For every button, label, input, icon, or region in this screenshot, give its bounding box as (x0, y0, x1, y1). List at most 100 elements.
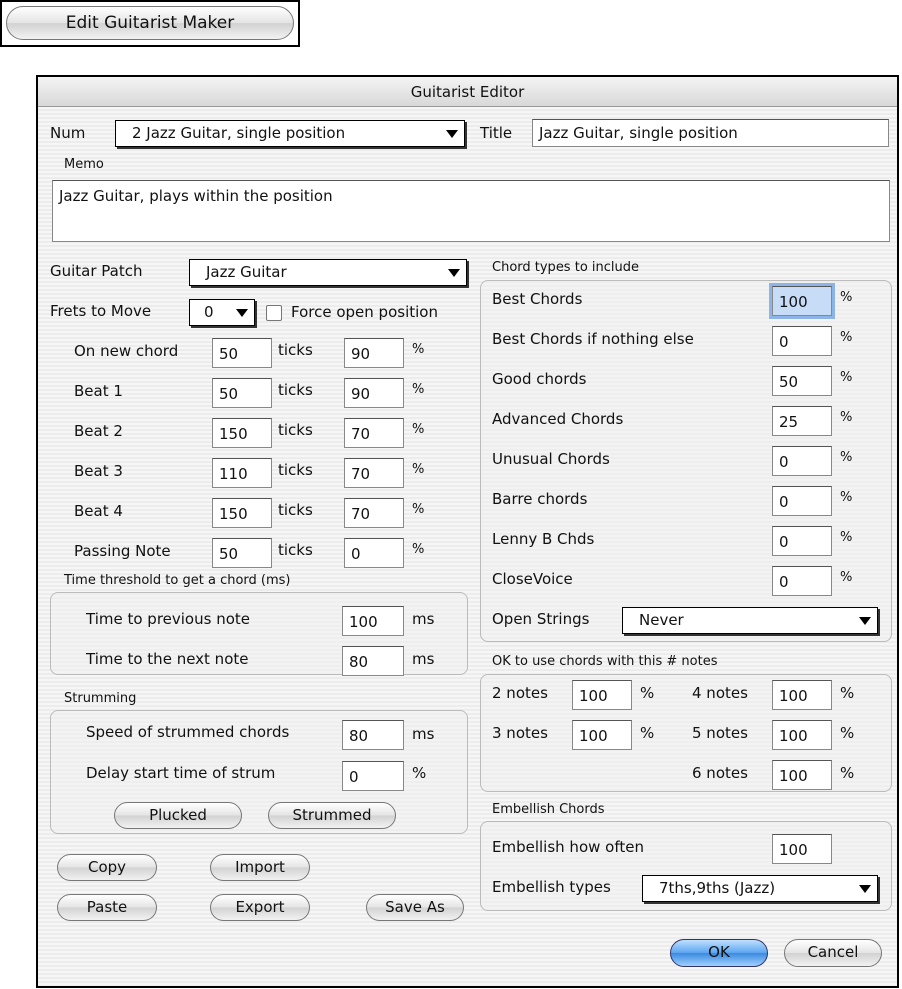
prev-note-input[interactable]: 100 (342, 606, 404, 636)
ticks-unit: ticks (278, 381, 313, 399)
ticks-input[interactable]: 150 (212, 498, 272, 528)
frets-value: 0 (204, 303, 214, 321)
export-button[interactable]: Export (210, 894, 310, 921)
n6-input[interactable]: 100 (772, 760, 832, 790)
n5-input[interactable]: 100 (772, 720, 832, 750)
chord-type-input[interactable]: 100 (772, 286, 832, 316)
frets-select[interactable]: 0 (189, 299, 255, 326)
pct-input[interactable]: 90 (344, 338, 404, 368)
ticks-unit: ticks (278, 461, 313, 479)
next-note-label: Time to the next note (86, 650, 249, 668)
ok-button[interactable]: OK (670, 939, 768, 967)
pct-unit: % (412, 764, 427, 782)
n3-input[interactable]: 100 (572, 720, 632, 750)
ticks-input[interactable]: 50 (212, 378, 272, 408)
timing-row-label: Beat 1 (74, 382, 123, 400)
num-label: Num (50, 124, 86, 142)
timing-row-label: Beat 3 (74, 462, 123, 480)
n4-input[interactable]: 100 (772, 680, 832, 710)
memo-textarea[interactable]: Jazz Guitar, plays within the position (52, 180, 890, 242)
pct-unit: % (840, 290, 853, 305)
ticks-unit: ticks (278, 541, 313, 559)
timing-row-label: Beat 4 (74, 502, 123, 520)
cancel-button[interactable]: Cancel (784, 939, 882, 967)
n5-label: 5 notes (692, 724, 748, 742)
chord-type-label: CloseVoice (492, 570, 573, 588)
frets-label: Frets to Move (50, 302, 152, 320)
ticks-unit: ticks (278, 501, 313, 519)
title-input[interactable]: Jazz Guitar, single position (532, 119, 889, 147)
embellish-label: Embellish Chords (492, 802, 605, 817)
chord-type-label: Advanced Chords (492, 410, 624, 428)
timing-row-label: On new chord (74, 342, 179, 360)
num-select[interactable]: 2 Jazz Guitar, single position (115, 120, 465, 147)
pct-unit: % (840, 410, 853, 425)
chord-type-input[interactable]: 0 (772, 566, 832, 596)
timing-row-label: Beat 2 (74, 422, 123, 440)
pct-unit: % (840, 530, 853, 545)
title-label: Title (480, 124, 513, 142)
pct-unit: % (412, 382, 425, 397)
chord-types-label: Chord types to include (492, 260, 639, 275)
dropdown-arrow-icon (446, 130, 458, 138)
n2-input[interactable]: 100 (572, 680, 632, 710)
chord-type-label: Barre chords (492, 490, 588, 508)
pct-unit: % (840, 370, 853, 385)
chord-type-input[interactable]: 0 (772, 446, 832, 476)
open-strings-select[interactable]: Never (622, 607, 878, 634)
pct-unit: % (840, 330, 853, 345)
chord-type-input[interactable]: 0 (772, 526, 832, 556)
edit-guitarist-maker-button[interactable]: Edit Guitarist Maker (6, 6, 294, 40)
chord-type-label: Unusual Chords (492, 450, 610, 468)
dropdown-arrow-icon (448, 269, 460, 277)
pct-unit: % (840, 490, 853, 505)
ticks-input[interactable]: 50 (212, 538, 272, 568)
import-button[interactable]: Import (210, 854, 310, 881)
embellish-types-value: 7ths,9ths (Jazz) (659, 879, 776, 897)
strumming-label: Strumming (64, 691, 137, 706)
guitar-patch-select[interactable]: Jazz Guitar (189, 259, 467, 286)
chord-type-input[interactable]: 50 (772, 366, 832, 396)
n2-label: 2 notes (492, 684, 548, 702)
delay-label: Delay start time of strum (86, 764, 276, 782)
save-as-button[interactable]: Save As (366, 894, 464, 921)
paste-button[interactable]: Paste (57, 894, 157, 921)
pct-input[interactable]: 0 (344, 538, 404, 568)
strummed-button[interactable]: Strummed (268, 802, 396, 829)
n6-label: 6 notes (692, 764, 748, 782)
embellish-often-input[interactable]: 100 (772, 834, 832, 864)
pct-unit: % (640, 724, 655, 742)
pct-unit: % (840, 724, 855, 742)
pct-input[interactable]: 70 (344, 498, 404, 528)
copy-button[interactable]: Copy (57, 854, 157, 881)
guitar-patch-value: Jazz Guitar (206, 263, 287, 281)
chord-type-input[interactable]: 0 (772, 486, 832, 516)
next-note-input[interactable]: 80 (342, 646, 404, 676)
embellish-often-label: Embellish how often (492, 838, 644, 856)
ticks-input[interactable]: 150 (212, 418, 272, 448)
dropdown-arrow-icon (236, 309, 248, 317)
pct-unit: % (412, 422, 425, 437)
pct-input[interactable]: 90 (344, 378, 404, 408)
prev-note-label: Time to previous note (86, 610, 250, 628)
chord-type-label: Best Chords (492, 290, 583, 308)
pct-unit: % (412, 342, 425, 357)
chord-type-input[interactable]: 25 (772, 406, 832, 436)
pct-unit: % (840, 450, 853, 465)
speed-input[interactable]: 80 (342, 720, 404, 750)
dropdown-arrow-icon (859, 617, 871, 625)
timing-row-label: Passing Note (74, 542, 171, 560)
embellish-types-select[interactable]: 7ths,9ths (Jazz) (642, 875, 878, 902)
guitar-patch-label: Guitar Patch (50, 262, 143, 280)
ticks-unit: ticks (278, 421, 313, 439)
dialog-title: Guitarist Editor (38, 77, 897, 107)
ticks-input[interactable]: 110 (212, 458, 272, 488)
force-open-checkbox[interactable] (266, 305, 282, 321)
ticks-input[interactable]: 50 (212, 338, 272, 368)
delay-input[interactable]: 0 (342, 761, 404, 791)
pct-input[interactable]: 70 (344, 458, 404, 488)
chord-type-input[interactable]: 0 (772, 326, 832, 356)
plucked-button[interactable]: Plucked (114, 802, 242, 829)
threshold-label: Time threshold to get a chord (ms) (64, 573, 291, 588)
pct-input[interactable]: 70 (344, 418, 404, 448)
